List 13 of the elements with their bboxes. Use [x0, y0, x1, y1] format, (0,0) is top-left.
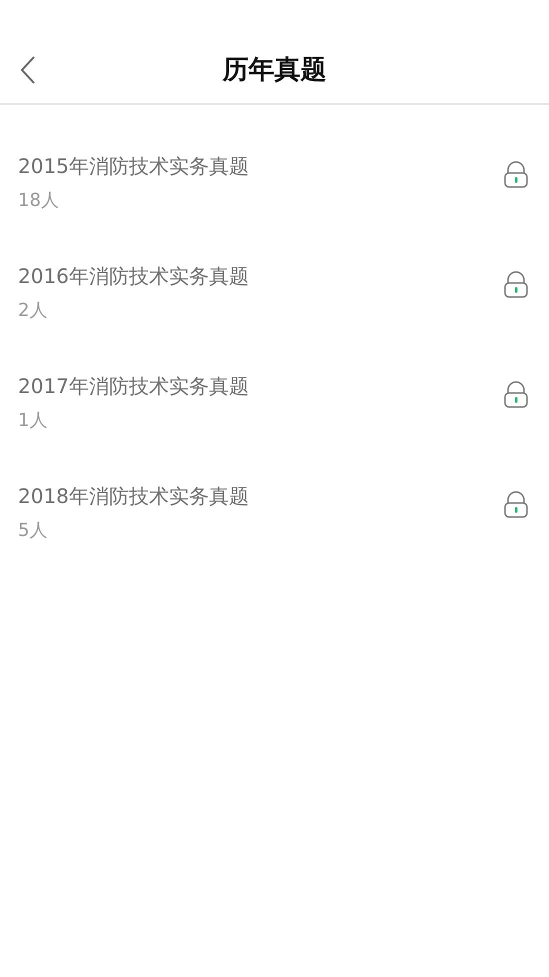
- lock-icon: [503, 381, 529, 409]
- participant-count: 5人: [18, 519, 48, 542]
- paper-title[interactable]: 2015年消防技术实务真题: [18, 153, 249, 180]
- paper-title[interactable]: 2018年消防技术实务真题: [18, 483, 249, 510]
- paper-title[interactable]: 2016年消防技术实务真题: [18, 263, 249, 290]
- lock-icon: [503, 491, 529, 519]
- participant-count: 2人: [18, 299, 48, 322]
- page-title: 历年真题: [221, 54, 328, 87]
- lock-icon: [503, 161, 529, 189]
- participant-count: 1人: [18, 409, 48, 432]
- lock-icon: [503, 271, 529, 299]
- participant-count: 18人: [18, 189, 60, 212]
- paper-title[interactable]: 2017年消防技术实务真题: [18, 373, 249, 400]
